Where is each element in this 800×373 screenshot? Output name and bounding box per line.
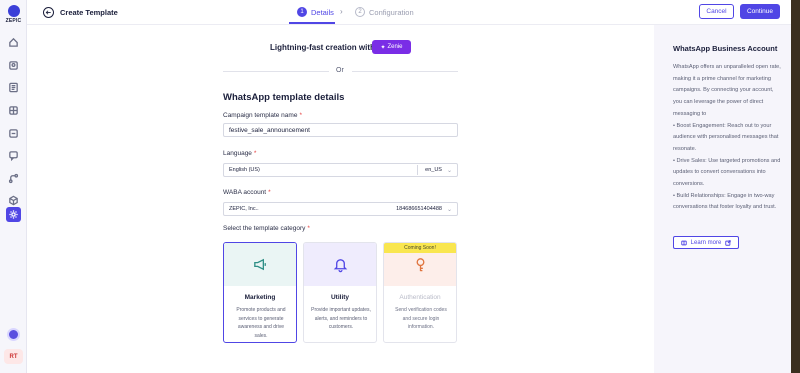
info-title: WhatsApp Business Account <box>673 44 778 53</box>
home-icon <box>9 37 18 47</box>
coming-soon-badge: Coming Soon! <box>384 243 456 253</box>
gear-icon <box>9 210 18 219</box>
pages-icon <box>9 82 18 93</box>
section-title: WhatsApp template details <box>223 92 345 103</box>
language-select[interactable]: English (US) en_US ⌄ <box>223 163 458 177</box>
divider-left <box>223 71 329 72</box>
app-window: ZEPIC RT Create Template 1 Details › 2 C… <box>0 0 800 373</box>
step-label: Details <box>311 7 334 17</box>
cube-icon <box>9 195 18 206</box>
category-card-utility[interactable]: Utility Provide important updates, alert… <box>303 242 377 343</box>
waba-id: 184686651404488 <box>396 206 442 212</box>
app-logo[interactable]: ZEPIC <box>4 5 23 24</box>
zepic-logo-icon <box>7 5 20 17</box>
template-name-label: Campaign template name * <box>223 112 302 119</box>
step-number: 2 <box>355 7 365 17</box>
step-label: Configuration <box>369 7 414 17</box>
nav-home[interactable] <box>6 35 21 50</box>
megaphone-icon <box>253 258 266 271</box>
chat-icon <box>9 151 18 161</box>
chevron-right-icon: › <box>340 7 343 16</box>
avatar[interactable]: RT <box>4 349 23 364</box>
page-title: Create Template <box>60 8 118 17</box>
chevron-down-icon: ⌄ <box>446 206 452 213</box>
language-label: Language * <box>223 150 257 157</box>
nav-settings[interactable] <box>6 207 21 222</box>
journeys-icon <box>8 173 19 184</box>
category-label: Select the template category * <box>223 225 310 232</box>
bell-icon <box>333 259 347 273</box>
top-header: Create Template 1 Details › 2 Configurat… <box>27 0 791 25</box>
card-description: Promote products and services to generat… <box>236 307 286 339</box>
nav-segments[interactable] <box>6 103 21 118</box>
nav-chat[interactable] <box>6 148 21 163</box>
campaigns-icon <box>9 129 18 138</box>
or-separator: Or <box>336 67 344 74</box>
book-icon <box>680 240 687 245</box>
logo-text: ZEPIC <box>5 18 22 24</box>
active-step-indicator <box>289 22 335 24</box>
external-link-icon <box>725 239 732 246</box>
step-configuration[interactable]: 2 Configuration <box>355 7 414 17</box>
category-card-marketing[interactable]: Marketing Promote products and services … <box>223 242 297 343</box>
sparkle-icon: ✦ <box>380 44 386 51</box>
contacts-icon <box>9 61 18 70</box>
continue-button[interactable]: Continue <box>740 4 780 19</box>
card-title: Utility <box>330 294 350 301</box>
nav-campaigns[interactable] <box>6 126 21 141</box>
nav-contacts[interactable] <box>6 58 21 73</box>
step-details[interactable]: 1 Details <box>297 7 334 17</box>
arrow-left-icon <box>45 10 51 15</box>
back-button[interactable] <box>43 7 54 18</box>
nav-integrations[interactable] <box>6 193 21 208</box>
card-description: Provide important updates, alerts, and r… <box>311 307 371 330</box>
left-nav: ZEPIC RT <box>0 0 27 373</box>
waba-label: WABA account * <box>223 189 271 196</box>
card-title: Marketing <box>244 294 276 301</box>
category-card-authentication: Coming Soon! Authentication Send verific… <box>383 242 457 343</box>
learn-more-button[interactable]: Learn more <box>673 236 739 249</box>
info-panel: WhatsApp Business Account WhatsApp offer… <box>654 25 791 373</box>
zenie-button[interactable]: ✦ Zenie <box>372 40 411 54</box>
info-text: WhatsApp offers an unparalleled open rat… <box>673 64 781 211</box>
chevron-down-icon: ⌄ <box>446 167 452 174</box>
divider-right <box>352 71 458 72</box>
window-edge <box>791 0 800 373</box>
card-title: Authentication <box>399 294 441 301</box>
language-code: en_US <box>425 167 442 173</box>
waba-account-select[interactable]: ZEPIC, Inc.. 184686651404488 ⌄ <box>223 202 458 216</box>
cancel-button[interactable]: Cancel <box>699 4 734 19</box>
key-icon <box>416 258 424 272</box>
template-name-input[interactable]: festive_sale_announcement <box>223 123 458 137</box>
zenie-label: Zenie <box>387 44 403 50</box>
card-description: Send verification codes and secure login… <box>395 307 447 330</box>
nav-journeys[interactable] <box>6 171 21 186</box>
step-number: 1 <box>297 7 307 17</box>
nav-pages[interactable] <box>6 80 21 95</box>
profile-status-icon[interactable] <box>7 328 20 341</box>
segments-icon <box>9 106 18 115</box>
zenie-prompt-text: Lightning-fast creation with <box>270 43 375 52</box>
